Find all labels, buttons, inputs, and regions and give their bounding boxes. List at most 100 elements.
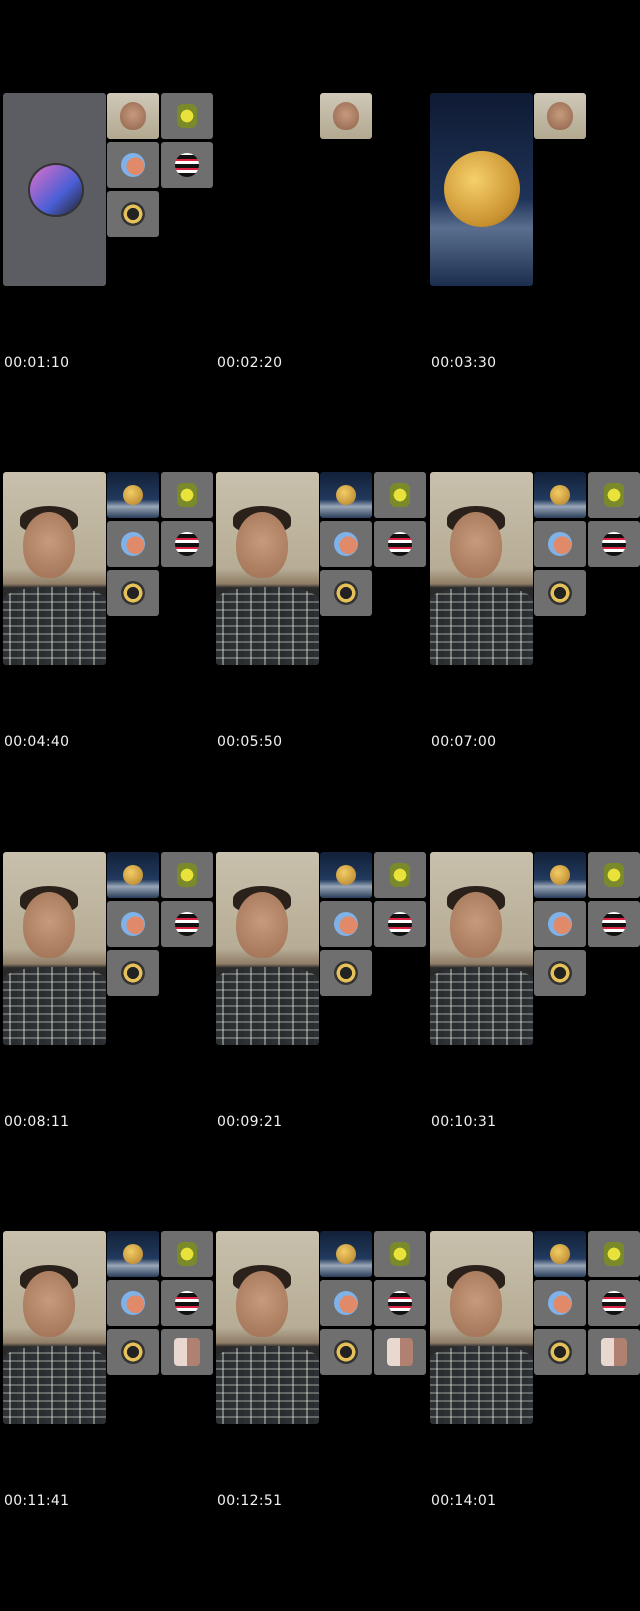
moon-tile[interactable] [534,472,586,518]
sticker-tile[interactable] [374,852,426,898]
couple-photo-icon [601,1338,627,1366]
coin-icon [334,961,358,985]
moon-tile[interactable] [107,472,159,518]
corn-icon [390,1242,410,1266]
sticker-tile[interactable] [161,472,213,518]
sticker-tile[interactable] [320,901,372,947]
sticker-tile[interactable] [320,570,372,616]
main-video-person[interactable] [216,472,319,665]
sticker-tile[interactable] [161,852,213,898]
sticker-tile[interactable] [161,1280,213,1326]
main-video-person[interactable] [3,472,106,665]
main-video-person[interactable] [3,852,106,1045]
sticker-tile[interactable] [107,521,159,567]
participant-tile[interactable] [107,93,159,139]
moon-icon [336,485,356,505]
corn-icon [604,1242,624,1266]
corn-icon [390,863,410,887]
sticker-tile[interactable] [534,950,586,996]
frame-2: 00:02:20 [213,93,426,473]
sticker-tile[interactable] [107,142,159,188]
moon-tile[interactable] [534,852,586,898]
sticker-tile[interactable] [374,472,426,518]
main-video-person[interactable] [3,1231,106,1424]
sticker-tile[interactable] [161,142,213,188]
sticker-tile[interactable] [588,1329,640,1375]
moon-tile[interactable] [320,472,372,518]
sticker-tile[interactable] [588,901,640,947]
sticker-tile[interactable] [161,1329,213,1375]
moon-icon [444,151,520,227]
frame-4: 00:04:40 [0,472,213,852]
corn-icon [390,483,410,507]
sticker-tile[interactable] [320,1280,372,1326]
sticker-tile[interactable] [588,852,640,898]
moon-tile[interactable] [107,1231,159,1277]
face [23,1271,75,1337]
sticker-tile[interactable] [320,1329,372,1375]
main-video-person[interactable] [430,1231,533,1424]
main-video-person[interactable] [216,1231,319,1424]
sticker-tile[interactable] [320,521,372,567]
sticker-tile[interactable] [374,901,426,947]
moon-tile[interactable] [107,852,159,898]
moon-icon [550,865,570,885]
sticker-tile[interactable] [534,521,586,567]
sticker-tile[interactable] [588,1280,640,1326]
sticker-tile[interactable] [534,1329,586,1375]
sticker-tile[interactable] [588,521,640,567]
frame-6: 00:07:00 [427,472,640,852]
coin-icon [121,581,145,605]
sticker-tile[interactable] [161,901,213,947]
timestamp: 00:02:20 [217,355,283,371]
stripe-icon [388,912,412,936]
sticker-tile[interactable] [161,1231,213,1277]
timestamp: 00:09:21 [217,1114,283,1130]
participant-tile[interactable] [534,93,586,139]
sticker-tile[interactable] [374,1280,426,1326]
sticker-tile[interactable] [374,521,426,567]
sticker-tile[interactable] [588,472,640,518]
coin-icon [548,961,572,985]
peach-icon [121,912,145,936]
moon-icon [550,485,570,505]
stripe-icon [175,1291,199,1315]
moon-tile[interactable] [320,1231,372,1277]
moon-tile[interactable] [320,852,372,898]
stripe-icon [602,912,626,936]
sticker-tile[interactable] [534,901,586,947]
stripe-icon [388,1291,412,1315]
main-video-avatar[interactable] [3,93,106,286]
sticker-tile[interactable] [161,521,213,567]
corn-icon [177,104,197,128]
sticker-tile[interactable] [161,93,213,139]
sticker-tile[interactable] [374,1231,426,1277]
moon-icon [336,1244,356,1264]
sticker-tile[interactable] [107,191,159,237]
avatar [28,163,84,217]
sticker-tile[interactable] [588,1231,640,1277]
timestamp: 00:07:00 [431,734,497,750]
moon-icon [336,865,356,885]
main-video-person[interactable] [430,472,533,665]
sticker-tile[interactable] [107,950,159,996]
sticker-tile[interactable] [374,1329,426,1375]
sticker-tile[interactable] [107,1329,159,1375]
face [450,892,502,958]
coin-icon [121,1340,145,1364]
sticker-tile[interactable] [107,901,159,947]
sticker-tile[interactable] [534,570,586,616]
main-video-person[interactable] [430,852,533,1045]
main-video-person[interactable] [216,852,319,1045]
sticker-tile[interactable] [320,950,372,996]
participant-tile[interactable] [320,93,372,139]
main-video-moon[interactable] [430,93,533,286]
sticker-tile[interactable] [107,1280,159,1326]
moon-icon [123,865,143,885]
coin-icon [334,1340,358,1364]
frame-3: 00:03:30 [427,93,640,473]
moon-tile[interactable] [534,1231,586,1277]
face [450,1271,502,1337]
sticker-tile[interactable] [534,1280,586,1326]
sticker-tile[interactable] [107,570,159,616]
